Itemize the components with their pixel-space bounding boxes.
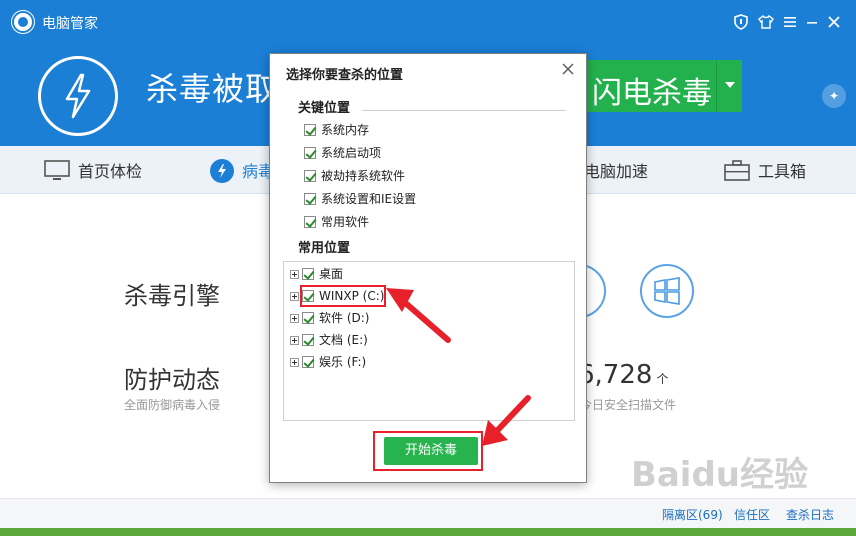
annotation-arrows	[386, 288, 531, 446]
arrow-to-drive-c	[386, 288, 451, 343]
arrow-to-start-button	[482, 395, 531, 446]
